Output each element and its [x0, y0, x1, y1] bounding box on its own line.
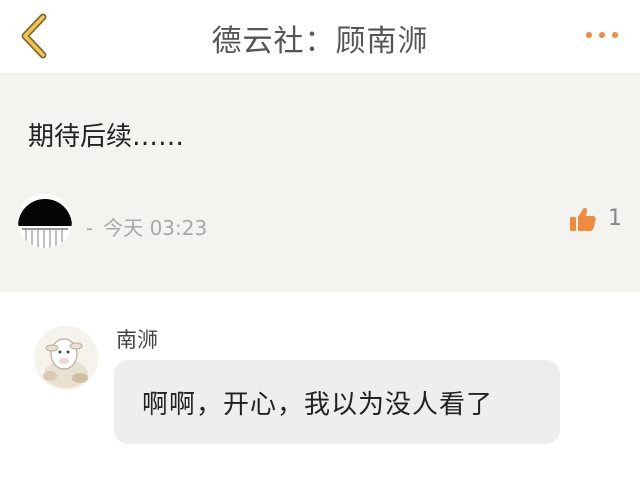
- more-button[interactable]: [582, 20, 622, 50]
- reply-username[interactable]: 南浉: [116, 324, 158, 354]
- reply-avatar[interactable]: [34, 326, 98, 390]
- comment-text: 期待后续……: [28, 122, 185, 152]
- meta-separator: -: [86, 216, 94, 240]
- sheep-avatar-image: [34, 326, 98, 390]
- reply-message: 啊啊，开心，我以为没人看了: [142, 389, 494, 420]
- avatar-image: [18, 194, 72, 248]
- like-count: 1: [608, 206, 622, 231]
- chat-bubble: 啊啊，开心，我以为没人看了: [114, 360, 560, 444]
- avatar[interactable]: [18, 194, 72, 248]
- top-bar: 德云社：顾南浉: [0, 0, 640, 74]
- comment-meta: - 今天 03:23: [86, 212, 207, 241]
- comment-card: 期待后续…… - 今天 03:23 1: [0, 74, 640, 292]
- like-button[interactable]: 1: [570, 206, 622, 231]
- page-title: 德云社：顾南浉: [211, 24, 429, 59]
- more-dots-icon: [586, 32, 618, 38]
- timestamp: 今天 03:23: [103, 216, 208, 240]
- thumbs-up-icon: [570, 207, 596, 231]
